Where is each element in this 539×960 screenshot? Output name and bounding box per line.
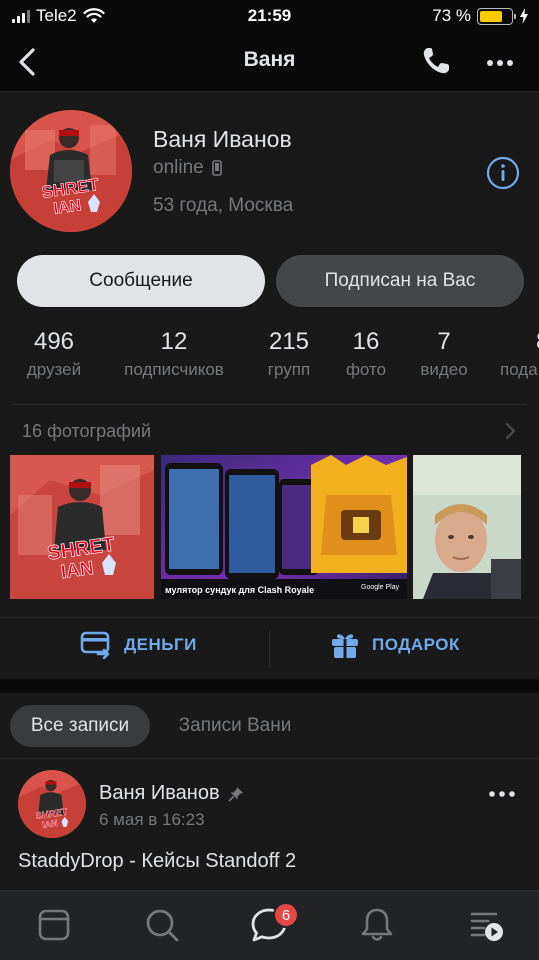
photos-strip: SHRET IAN мулятор сундук для Clash Royal… xyxy=(10,455,539,599)
mobile-icon xyxy=(211,160,222,176)
action-separator xyxy=(269,630,270,668)
post-author-name: Ваня Иванов xyxy=(99,782,220,804)
counter-gifts[interactable]: 8 пода xyxy=(500,328,539,380)
notifications-tab-icon[interactable] xyxy=(357,905,397,945)
section-divider xyxy=(12,404,527,405)
photo-image: мулятор сундук для Clash Royale Google P… xyxy=(161,455,407,599)
chevron-right-icon xyxy=(505,422,516,440)
money-transfer-icon xyxy=(80,631,110,660)
photo-image xyxy=(413,455,521,599)
phone-icon[interactable] xyxy=(419,44,453,78)
counter-value: 12 xyxy=(160,328,188,355)
post-avatar-image: SHRET IAN xyxy=(18,770,86,838)
counter-value: 496 xyxy=(33,328,75,355)
battery-icon xyxy=(477,7,516,25)
gift-label: ПОДАРОК xyxy=(372,635,460,654)
services-tab-icon[interactable] xyxy=(466,905,506,945)
counter-value: 8 xyxy=(500,328,539,356)
bottom-tab-bar xyxy=(0,890,539,960)
svg-text:IAN: IAN xyxy=(42,818,59,830)
online-status: online xyxy=(153,157,222,179)
money-label: ДЕНЬГИ xyxy=(124,635,197,654)
counter-groups[interactable]: 215 групп xyxy=(258,328,320,380)
photos-header[interactable]: 16 фотографий xyxy=(0,413,539,453)
photo-thumbnail[interactable]: SHRET IAN xyxy=(10,455,154,599)
counter-value: 16 xyxy=(352,328,380,355)
app-screen: Tele2 21:59 73 % Ваня SHRET IAN Ваня Ива… xyxy=(0,0,539,960)
gift-icon xyxy=(332,634,358,658)
news-tab-icon[interactable] xyxy=(34,905,74,945)
counter-videos[interactable]: 7 видео xyxy=(412,328,476,380)
profile-header: SHRET IAN Ваня Иванов online 53 года, Мо… xyxy=(0,93,539,413)
tab-owner-posts[interactable]: Записи Вани xyxy=(160,705,310,747)
section-gap xyxy=(0,679,539,693)
counter-value: 7 xyxy=(437,328,451,355)
profile-avatar[interactable]: SHRET IAN xyxy=(10,110,132,232)
post-more-icon[interactable] xyxy=(487,782,517,806)
counter-label: пода xyxy=(500,360,538,379)
counter-photos[interactable]: 16 фото xyxy=(340,328,392,380)
search-tab-icon[interactable] xyxy=(142,905,182,945)
tab-all-posts[interactable]: Все записи xyxy=(10,705,150,747)
subscribed-button[interactable]: Подписан на Вас xyxy=(276,255,524,307)
info-icon[interactable] xyxy=(485,155,521,191)
gift-button[interactable]: ПОДАРОК xyxy=(330,630,460,660)
photos-count: 16 фотографий xyxy=(22,421,152,441)
counter-value: 215 xyxy=(268,328,310,355)
post-author[interactable]: Ваня Иванов xyxy=(99,782,244,805)
profile-details: 53 года, Москва xyxy=(153,195,294,216)
action-bar: ДЕНЬГИ ПОДАРОК xyxy=(0,617,539,679)
photo-thumbnail[interactable]: мулятор сундук для Clash Royale Google P… xyxy=(161,455,407,599)
counter-label: друзей xyxy=(26,360,82,379)
status-text: online xyxy=(153,157,204,178)
pin-icon xyxy=(228,786,243,801)
money-button[interactable]: ДЕНЬГИ xyxy=(80,630,197,660)
counters-row: 496 друзей 12 подписчиков 215 групп 16 ф… xyxy=(0,328,539,388)
navigation-bar: Ваня xyxy=(0,32,539,92)
charging-icon xyxy=(520,8,528,24)
counter-label: фото xyxy=(345,360,387,379)
promo-store: Google Play xyxy=(361,584,400,591)
profile-name: Ваня Иванов xyxy=(153,126,292,152)
photo-thumbnail[interactable] xyxy=(413,455,521,599)
more-icon[interactable] xyxy=(483,46,517,80)
counter-label: видео xyxy=(420,360,468,379)
battery-percent: 73 % xyxy=(432,6,471,25)
message-button[interactable]: Сообщение xyxy=(17,255,265,307)
post-avatar[interactable]: SHRET IAN xyxy=(18,770,86,838)
wall-post: SHRET IAN Ваня Иванов 6 мая в 16:23 Stad… xyxy=(0,760,539,890)
nav-title: Ваня xyxy=(243,48,296,71)
avatar-image: SHRET IAN xyxy=(10,110,132,232)
counter-label: групп xyxy=(267,360,311,379)
messages-badge: 6 xyxy=(273,902,299,928)
wall-tabs: Все записи Записи Вани xyxy=(0,693,539,759)
counter-followers[interactable]: 12 подписчиков xyxy=(112,328,236,380)
post-text: StaddyDrop - Кейсы Standoff 2 xyxy=(18,850,297,872)
counter-friends[interactable]: 496 друзей xyxy=(22,328,86,380)
promo-caption: мулятор сундук для Clash Royale xyxy=(165,585,314,595)
counter-label: подписчиков xyxy=(124,360,224,379)
photo-image: SHRET IAN xyxy=(10,455,154,599)
post-date: 6 мая в 16:23 xyxy=(99,810,205,829)
status-right: 73 % xyxy=(432,6,529,26)
status-bar: Tele2 21:59 73 % xyxy=(0,0,539,32)
